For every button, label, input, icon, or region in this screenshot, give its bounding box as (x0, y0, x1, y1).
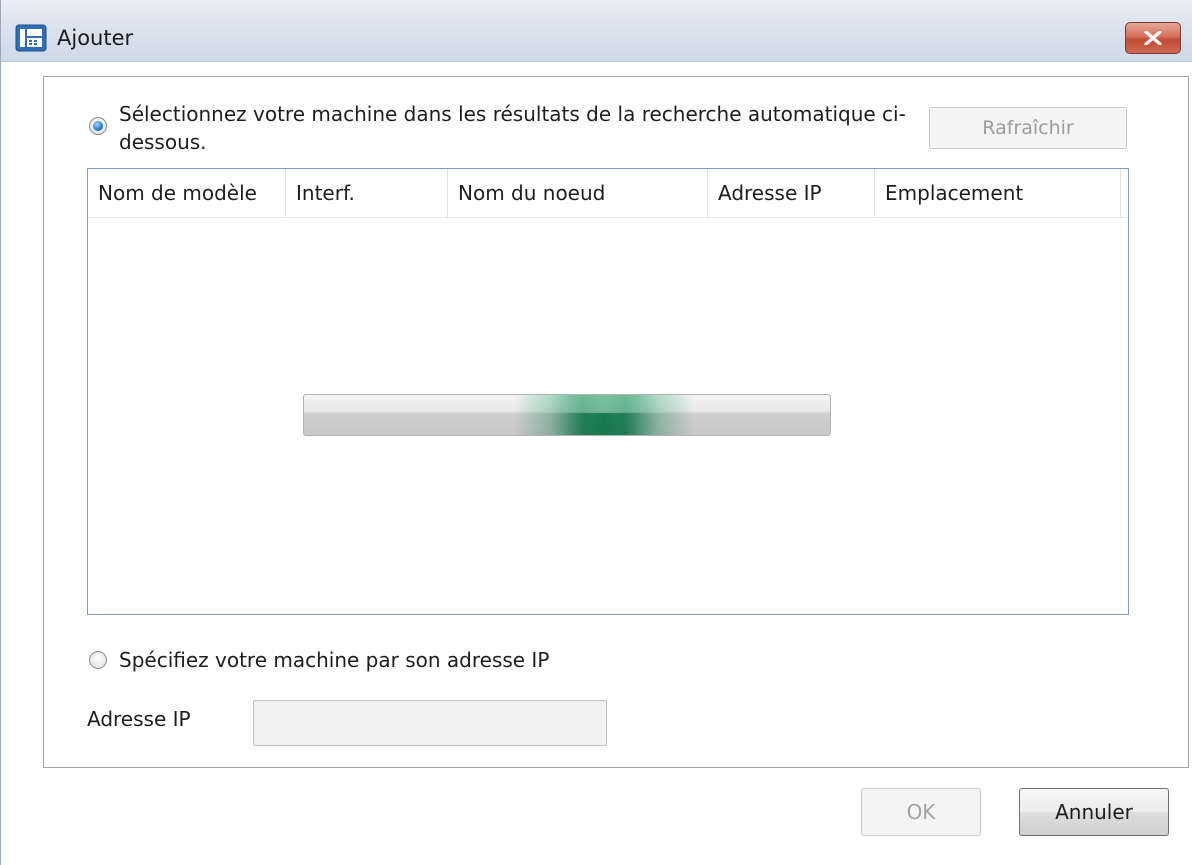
title-bar[interactable]: Ajouter (1, 0, 1192, 62)
table-header: Nom de modèle Interf. Nom du noeud Adres… (88, 169, 1128, 218)
close-x-icon (1144, 31, 1162, 45)
auto-search-label[interactable]: Sélectionnez votre machine dans les résu… (119, 100, 919, 156)
search-results-table[interactable]: Nom de modèle Interf. Nom du noeud Adres… (87, 168, 1129, 615)
search-progress-bar (303, 394, 831, 436)
column-header-model[interactable]: Nom de modèle (88, 169, 286, 217)
ip-address-label: Adresse IP (87, 707, 191, 731)
add-device-dialog: Ajouter Sélectionnez votre machine dans … (0, 0, 1192, 865)
ok-button[interactable]: OK (861, 788, 981, 836)
manual-ip-radio[interactable] (89, 651, 107, 669)
column-header-location[interactable]: Emplacement (875, 169, 1121, 217)
column-header-node-name[interactable]: Nom du noeud (448, 169, 708, 217)
column-header-interface[interactable]: Interf. (286, 169, 448, 217)
cancel-button[interactable]: Annuler (1019, 788, 1169, 836)
progress-indicator (514, 395, 694, 435)
refresh-button[interactable]: Rafraîchir (929, 107, 1127, 149)
ip-address-input[interactable] (253, 700, 607, 746)
manual-ip-label[interactable]: Spécifiez votre machine par son adresse … (119, 646, 549, 674)
column-header-ip-address[interactable]: Adresse IP (708, 169, 875, 217)
fax-machine-icon (15, 24, 47, 52)
close-button[interactable] (1125, 22, 1181, 54)
dialog-title: Ajouter (57, 26, 134, 50)
auto-search-radio[interactable] (89, 117, 107, 135)
